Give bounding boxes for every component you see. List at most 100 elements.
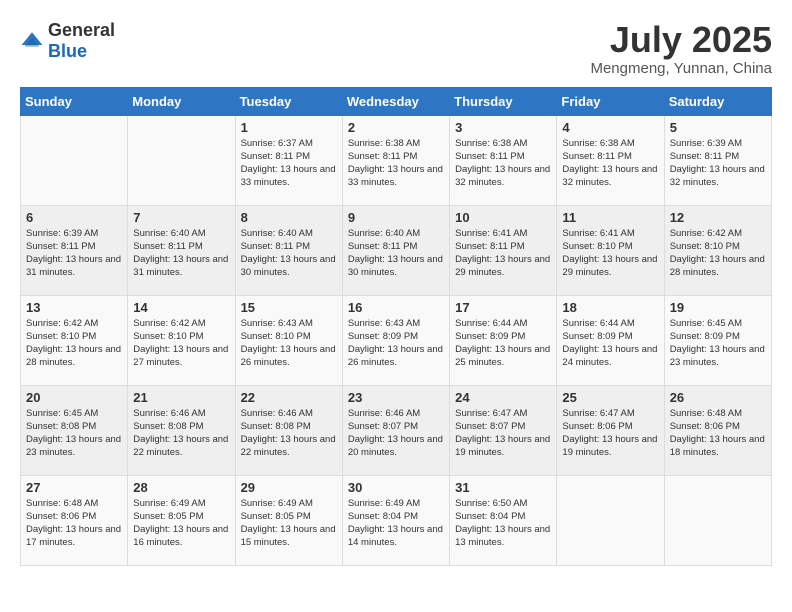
col-header-friday: Friday	[557, 87, 664, 115]
day-info: Sunrise: 6:47 AMSunset: 8:07 PMDaylight:…	[455, 407, 551, 460]
col-header-tuesday: Tuesday	[235, 87, 342, 115]
calendar-cell: 15 Sunrise: 6:43 AMSunset: 8:10 PMDayligh…	[235, 295, 342, 385]
day-number: 13	[26, 300, 122, 315]
day-info: Sunrise: 6:40 AMSunset: 8:11 PMDaylight:…	[133, 227, 229, 280]
day-number: 20	[26, 390, 122, 405]
calendar-cell: 14 Sunrise: 6:42 AMSunset: 8:10 PMDayligh…	[128, 295, 235, 385]
day-info: Sunrise: 6:42 AMSunset: 8:10 PMDaylight:…	[133, 317, 229, 370]
day-number: 12	[670, 210, 766, 225]
day-number: 10	[455, 210, 551, 225]
location-subtitle: Mengmeng, Yunnan, China	[590, 60, 772, 77]
day-info: Sunrise: 6:37 AMSunset: 8:11 PMDaylight:…	[241, 137, 337, 190]
col-header-saturday: Saturday	[664, 87, 771, 115]
day-info: Sunrise: 6:49 AMSunset: 8:05 PMDaylight:…	[241, 497, 337, 550]
day-info: Sunrise: 6:43 AMSunset: 8:10 PMDaylight:…	[241, 317, 337, 370]
calendar-cell: 25Sunrise: 6:47 AMSunset: 8:06 PMDayligh…	[557, 385, 664, 475]
calendar-cell: 16 Sunrise: 6:43 AMSunset: 8:09 PMDayligh…	[342, 295, 449, 385]
calendar-cell: 1 Sunrise: 6:37 AMSunset: 8:11 PMDaylight…	[235, 115, 342, 205]
day-info: Sunrise: 6:38 AMSunset: 8:11 PMDaylight:…	[348, 137, 444, 190]
calendar-cell: 6 Sunrise: 6:39 AMSunset: 8:11 PMDaylight…	[21, 205, 128, 295]
day-number: 21	[133, 390, 229, 405]
day-number: 3	[455, 120, 551, 135]
day-info: Sunrise: 6:48 AMSunset: 8:06 PMDaylight:…	[670, 407, 766, 460]
day-number: 7	[133, 210, 229, 225]
col-header-monday: Monday	[128, 87, 235, 115]
day-info: Sunrise: 6:44 AMSunset: 8:09 PMDaylight:…	[455, 317, 551, 370]
day-number: 19	[670, 300, 766, 315]
calendar-cell	[21, 115, 128, 205]
calendar-cell: 23Sunrise: 6:46 AMSunset: 8:07 PMDayligh…	[342, 385, 449, 475]
day-info: Sunrise: 6:38 AMSunset: 8:11 PMDaylight:…	[455, 137, 551, 190]
calendar-header-row: SundayMondayTuesdayWednesdayThursdayFrid…	[21, 87, 772, 115]
calendar-cell: 20 Sunrise: 6:45 AMSunset: 8:08 PMDayligh…	[21, 385, 128, 475]
day-info: Sunrise: 6:42 AMSunset: 8:10 PMDaylight:…	[26, 317, 122, 370]
day-number: 14	[133, 300, 229, 315]
day-number: 18	[562, 300, 658, 315]
day-number: 28	[133, 480, 229, 495]
day-info: Sunrise: 6:45 AMSunset: 8:08 PMDaylight:…	[26, 407, 122, 460]
calendar-cell: 30Sunrise: 6:49 AMSunset: 8:04 PMDayligh…	[342, 475, 449, 565]
day-info: Sunrise: 6:39 AMSunset: 8:11 PMDaylight:…	[670, 137, 766, 190]
logo-text: General Blue	[48, 20, 115, 62]
day-number: 9	[348, 210, 444, 225]
calendar-cell: 26 Sunrise: 6:48 AMSunset: 8:06 PMDayligh…	[664, 385, 771, 475]
calendar-cell: 4 Sunrise: 6:38 AMSunset: 8:11 PMDaylight…	[557, 115, 664, 205]
day-info: Sunrise: 6:46 AMSunset: 8:08 PMDaylight:…	[241, 407, 337, 460]
day-number: 2	[348, 120, 444, 135]
month-year-title: July 2025	[590, 20, 772, 60]
day-info: Sunrise: 6:49 AMSunset: 8:05 PMDaylight:…	[133, 497, 229, 550]
calendar-cell: 3 Sunrise: 6:38 AMSunset: 8:11 PMDaylight…	[450, 115, 557, 205]
day-info: Sunrise: 6:47 AMSunset: 8:06 PMDaylight:…	[562, 407, 658, 460]
day-info: Sunrise: 6:50 AMSunset: 8:04 PMDaylight:…	[455, 497, 551, 550]
col-header-sunday: Sunday	[21, 87, 128, 115]
day-info: Sunrise: 6:39 AMSunset: 8:11 PMDaylight:…	[26, 227, 122, 280]
calendar-cell: 13 Sunrise: 6:42 AMSunset: 8:10 PMDayligh…	[21, 295, 128, 385]
day-number: 4	[562, 120, 658, 135]
calendar-week-row: 1 Sunrise: 6:37 AMSunset: 8:11 PMDaylight…	[21, 115, 772, 205]
calendar-week-row: 6 Sunrise: 6:39 AMSunset: 8:11 PMDaylight…	[21, 205, 772, 295]
day-number: 31	[455, 480, 551, 495]
page-header: General Blue July 2025 Mengmeng, Yunnan,…	[20, 20, 772, 77]
day-info: Sunrise: 6:43 AMSunset: 8:09 PMDaylight:…	[348, 317, 444, 370]
calendar-week-row: 27Sunrise: 6:48 AMSunset: 8:06 PMDayligh…	[21, 475, 772, 565]
day-number: 1	[241, 120, 337, 135]
day-info: Sunrise: 6:41 AMSunset: 8:11 PMDaylight:…	[455, 227, 551, 280]
calendar-cell: 8Sunrise: 6:40 AMSunset: 8:11 PMDaylight…	[235, 205, 342, 295]
logo-blue: Blue	[48, 41, 87, 61]
calendar-week-row: 20 Sunrise: 6:45 AMSunset: 8:08 PMDayligh…	[21, 385, 772, 475]
calendar-cell	[128, 115, 235, 205]
day-number: 16	[348, 300, 444, 315]
day-number: 5	[670, 120, 766, 135]
col-header-wednesday: Wednesday	[342, 87, 449, 115]
day-info: Sunrise: 6:46 AMSunset: 8:07 PMDaylight:…	[348, 407, 444, 460]
calendar-cell: 27Sunrise: 6:48 AMSunset: 8:06 PMDayligh…	[21, 475, 128, 565]
calendar-cell: 11Sunrise: 6:41 AMSunset: 8:10 PMDayligh…	[557, 205, 664, 295]
day-number: 24	[455, 390, 551, 405]
day-info: Sunrise: 6:38 AMSunset: 8:11 PMDaylight:…	[562, 137, 658, 190]
calendar-cell: 28 Sunrise: 6:49 AMSunset: 8:05 PMDayligh…	[128, 475, 235, 565]
day-number: 26	[670, 390, 766, 405]
title-block: July 2025 Mengmeng, Yunnan, China	[590, 20, 772, 77]
calendar-cell: 10 Sunrise: 6:41 AMSunset: 8:11 PMDayligh…	[450, 205, 557, 295]
day-number: 15	[241, 300, 337, 315]
calendar-cell: 21Sunrise: 6:46 AMSunset: 8:08 PMDayligh…	[128, 385, 235, 475]
calendar-cell: 12 Sunrise: 6:42 AMSunset: 8:10 PMDayligh…	[664, 205, 771, 295]
calendar-cell: 2 Sunrise: 6:38 AMSunset: 8:11 PMDaylight…	[342, 115, 449, 205]
calendar-cell	[664, 475, 771, 565]
calendar-cell: 29 Sunrise: 6:49 AMSunset: 8:05 PMDayligh…	[235, 475, 342, 565]
day-number: 6	[26, 210, 122, 225]
calendar-cell: 18 Sunrise: 6:44 AMSunset: 8:09 PMDayligh…	[557, 295, 664, 385]
logo-icon	[20, 29, 44, 53]
calendar-week-row: 13 Sunrise: 6:42 AMSunset: 8:10 PMDayligh…	[21, 295, 772, 385]
calendar-cell: 7 Sunrise: 6:40 AMSunset: 8:11 PMDaylight…	[128, 205, 235, 295]
day-number: 22	[241, 390, 337, 405]
logo-general: General	[48, 20, 115, 40]
col-header-thursday: Thursday	[450, 87, 557, 115]
day-number: 29	[241, 480, 337, 495]
day-info: Sunrise: 6:44 AMSunset: 8:09 PMDaylight:…	[562, 317, 658, 370]
calendar-cell: 24 Sunrise: 6:47 AMSunset: 8:07 PMDayligh…	[450, 385, 557, 475]
logo: General Blue	[20, 20, 115, 62]
day-number: 27	[26, 480, 122, 495]
day-info: Sunrise: 6:42 AMSunset: 8:10 PMDaylight:…	[670, 227, 766, 280]
calendar-cell	[557, 475, 664, 565]
